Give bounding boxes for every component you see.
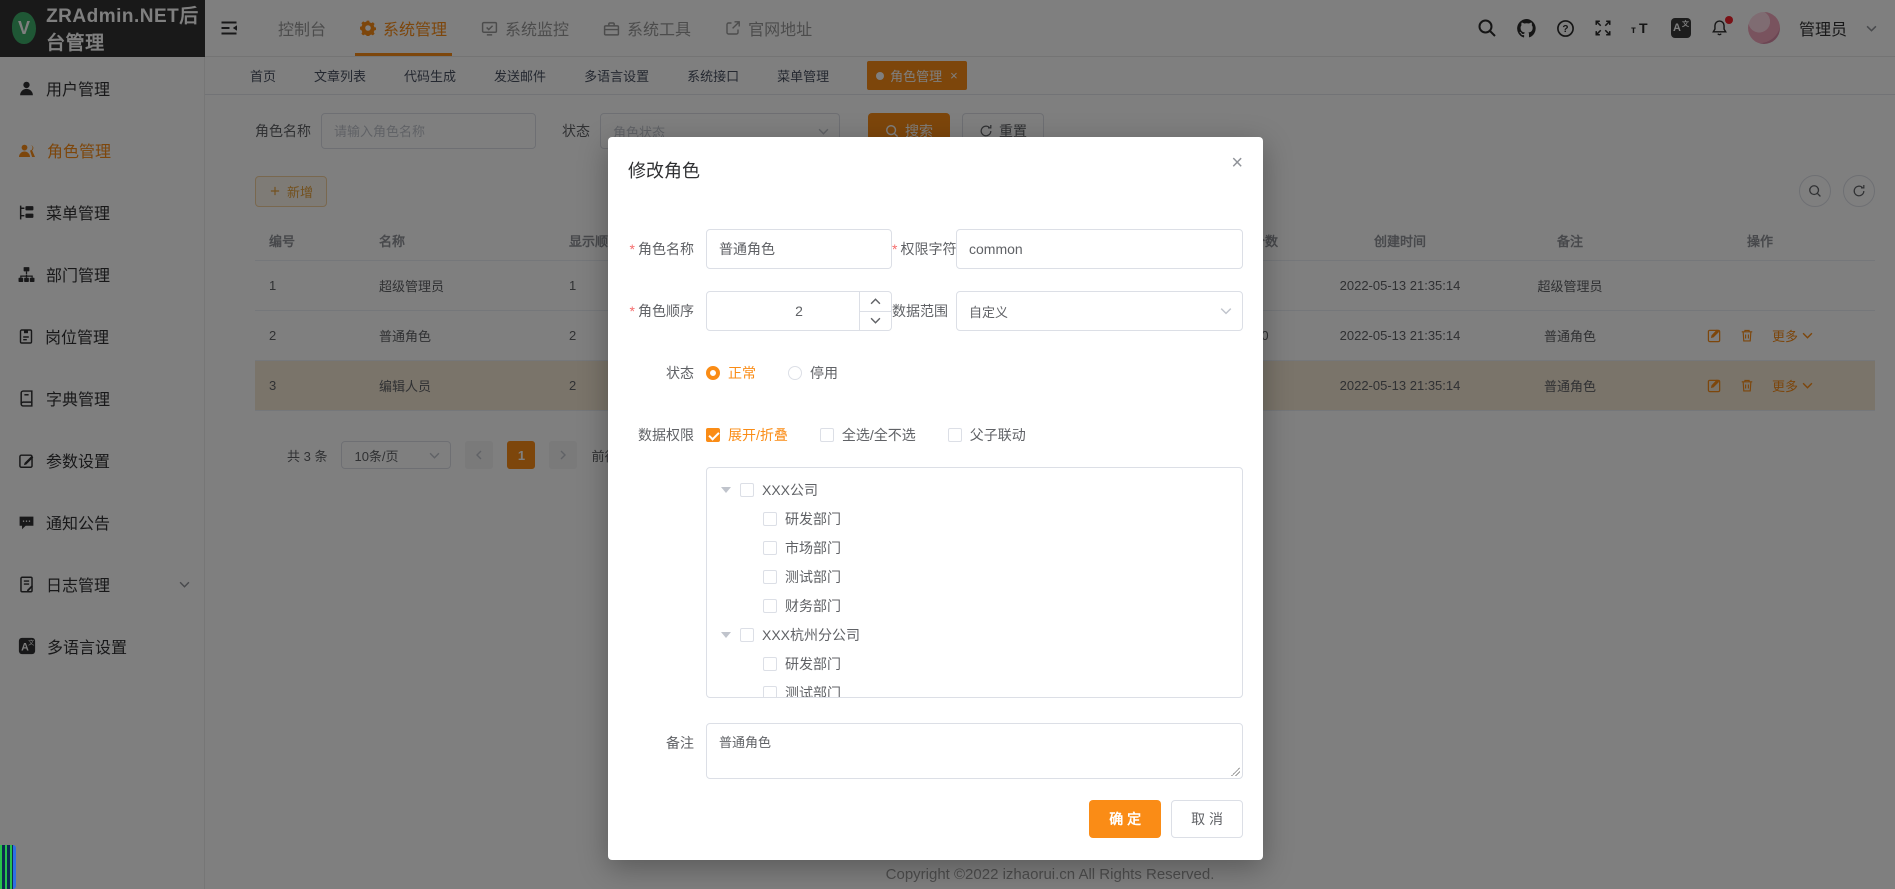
tree-node-财务部门[interactable]: 财务部门 (707, 591, 1242, 620)
role-key-field-label: *权限字符 (892, 229, 956, 269)
tree-node-研发部门[interactable]: 研发部门 (707, 649, 1242, 678)
status-radio-正常[interactable]: 正常 (706, 363, 756, 383)
role-sort-field-label: *角色顺序 (628, 291, 706, 331)
tree-checkbox[interactable] (763, 599, 777, 613)
checkbox (706, 428, 720, 442)
system-monitor-widget (0, 845, 16, 889)
perm-checkbox-父子联动[interactable]: 父子联动 (948, 425, 1026, 445)
tree-node-测试部门[interactable]: 测试部门 (707, 562, 1242, 591)
tree-checkbox[interactable] (763, 512, 777, 526)
role-name-field-label: *角色名称 (628, 229, 706, 269)
tree-node-研发部门[interactable]: 研发部门 (707, 504, 1242, 533)
status-radio-停用[interactable]: 停用 (788, 363, 838, 383)
tree-node-XXX杭州分公司[interactable]: XXX杭州分公司 (707, 620, 1242, 649)
role-key-field[interactable] (956, 229, 1243, 269)
perm-checkbox-全选/全不选[interactable]: 全选/全不选 (820, 425, 916, 445)
cancel-button[interactable]: 取 消 (1171, 800, 1243, 838)
tree-expand-icon[interactable] (721, 487, 731, 498)
stepper-down-button[interactable] (860, 311, 891, 331)
edit-role-form: *角色名称 *权限字符 *角色顺序 2 数据范围 (628, 229, 1243, 782)
stepper-up-button[interactable] (860, 292, 891, 311)
tree-checkbox[interactable] (763, 570, 777, 584)
status-radio-group: 正常 停用 (706, 353, 870, 393)
tree-node-市场部门[interactable]: 市场部门 (707, 533, 1242, 562)
tree-checkbox[interactable] (763, 541, 777, 555)
tree-checkbox[interactable] (763, 686, 777, 699)
data-scope-field-label: 数据范围 (892, 291, 956, 331)
tree-checkbox[interactable] (740, 628, 754, 642)
checkbox (948, 428, 962, 442)
dialog-footer: 确 定 取 消 (1089, 800, 1243, 838)
tree-node-XXX公司[interactable]: XXX公司 (707, 475, 1242, 504)
status-field-label: 状态 (628, 353, 706, 393)
remark-field[interactable]: 普通角色 (706, 723, 1243, 779)
tree-checkbox[interactable] (740, 483, 754, 497)
close-dialog-icon[interactable]: × (1231, 153, 1243, 173)
tree-checkbox[interactable] (763, 657, 777, 671)
edit-role-dialog: 修改角色 × *角色名称 *权限字符 *角色顺序 2 数据范 (608, 137, 1263, 860)
chevron-down-icon (1220, 305, 1232, 317)
dialog-title: 修改角色 (628, 157, 1243, 183)
department-tree: XXX公司研发部门市场部门测试部门财务部门XXX杭州分公司研发部门测试部门 (706, 467, 1243, 698)
perm-checkbox-展开/折叠[interactable]: 展开/折叠 (706, 425, 788, 445)
tree-expand-icon[interactable] (721, 632, 731, 643)
data-scope-select[interactable]: 自定义 (956, 291, 1243, 331)
data-perm-options: 展开/折叠 全选/全不选 父子联动 (706, 415, 1058, 455)
role-sort-stepper[interactable]: 2 (706, 291, 892, 331)
confirm-button[interactable]: 确 定 (1089, 800, 1161, 838)
radio-dot (788, 366, 802, 380)
tree-node-测试部门[interactable]: 测试部门 (707, 678, 1242, 698)
remark-field-label: 备注 (628, 723, 706, 763)
radio-dot (706, 366, 720, 380)
data-perm-field-label: 数据权限 (628, 415, 706, 455)
role-name-field[interactable] (706, 229, 892, 269)
checkbox (820, 428, 834, 442)
